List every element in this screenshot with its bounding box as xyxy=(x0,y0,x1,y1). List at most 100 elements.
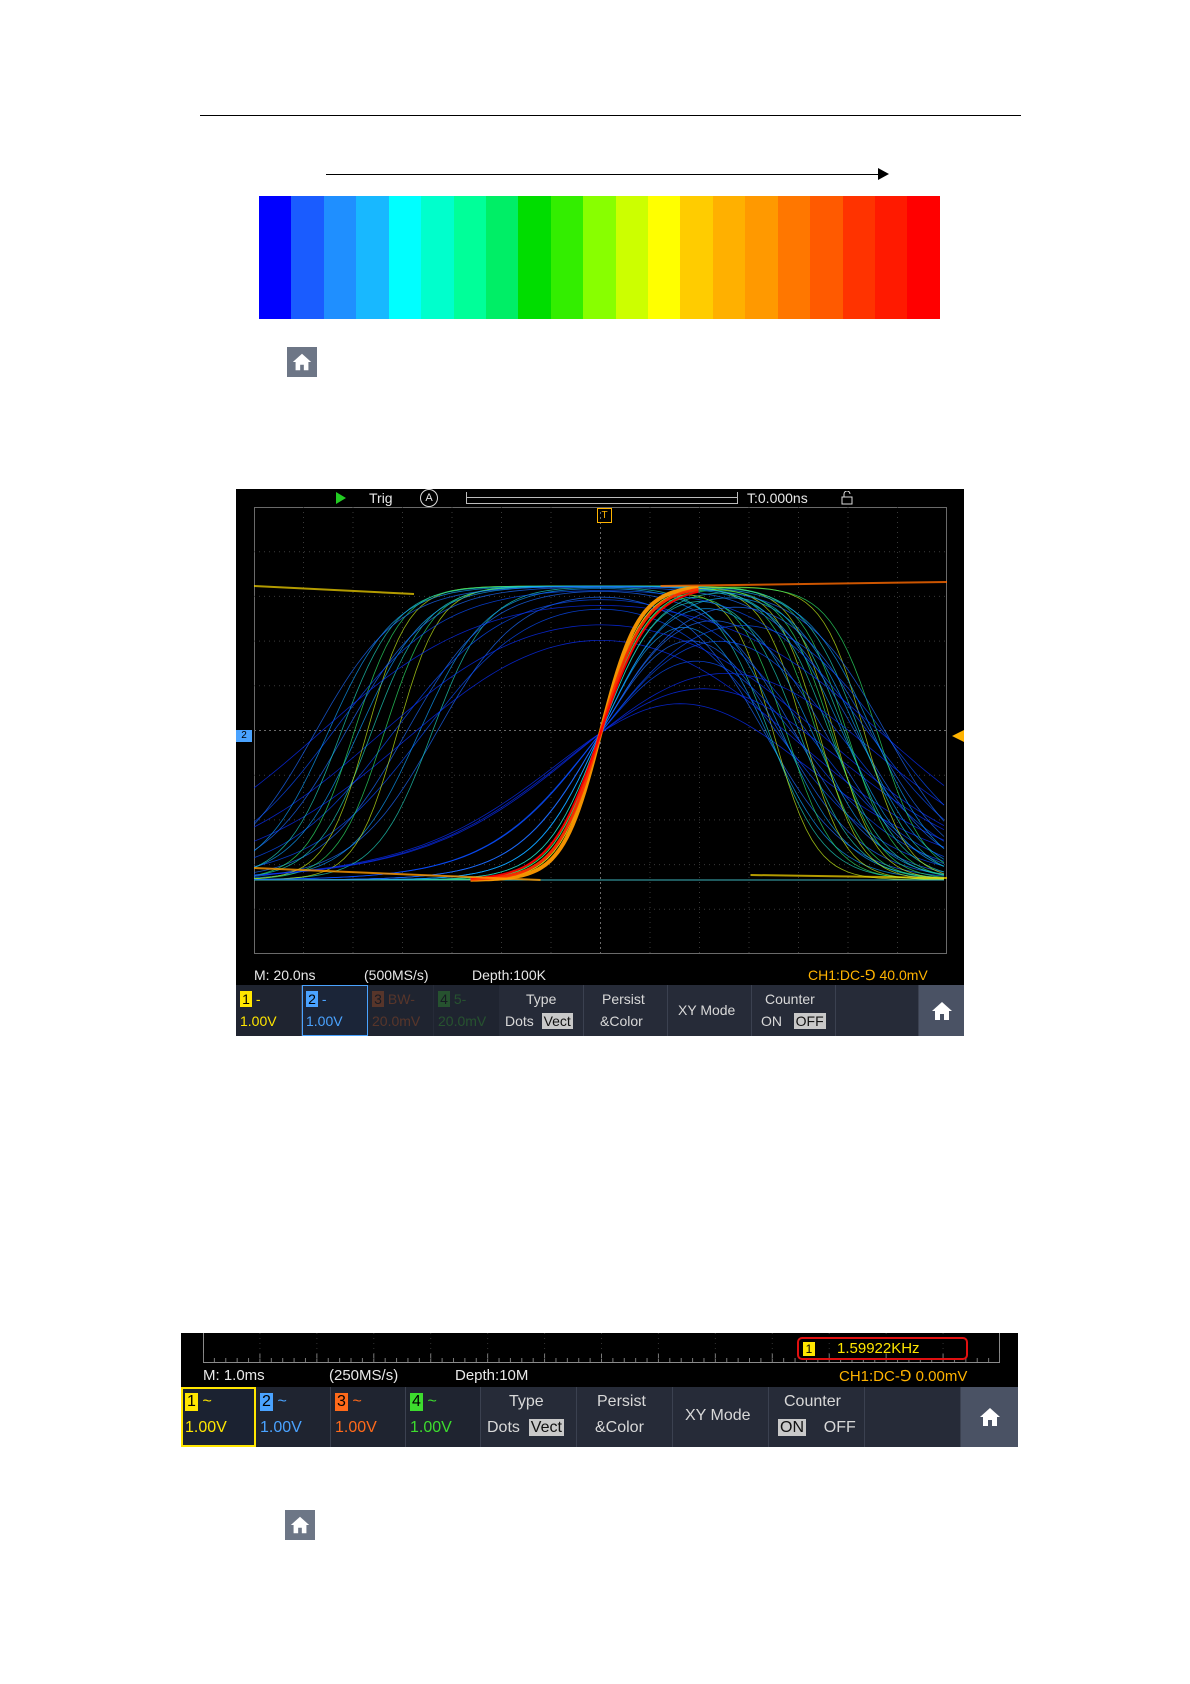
ch1-button[interactable]: 1 - 1.00V xyxy=(236,985,302,1036)
ch1-scale: 1.00V xyxy=(185,1419,227,1436)
color-swatch xyxy=(291,196,324,319)
color-swatch xyxy=(388,196,422,319)
persist-label: Persist xyxy=(602,991,645,1007)
ch3-coupling: ~ xyxy=(352,1393,362,1410)
color-swatch xyxy=(259,196,292,319)
persist-label: Persist xyxy=(597,1393,646,1410)
type-label: Type xyxy=(509,1393,544,1410)
type-vect-selected: Vect xyxy=(528,1419,564,1436)
ch1-badge: 1 xyxy=(240,991,252,1007)
frequency-counter-highlight: 1 1.59922KHz xyxy=(797,1337,968,1360)
counter-on: ON xyxy=(761,1013,782,1029)
time-offset: T:0.000ns xyxy=(747,490,808,506)
home-icon xyxy=(287,347,317,377)
ch4-badge: 4 xyxy=(438,991,450,1007)
type-button[interactable]: Type Dots Vect xyxy=(500,985,584,1036)
counter-button[interactable]: Counter ON OFF xyxy=(769,1387,865,1447)
ch3-badge: 3 xyxy=(372,991,384,1007)
ch3-scale: 1.00V xyxy=(335,1419,377,1436)
color-swatch xyxy=(712,196,746,319)
top-status-bar: Trig A T:0.000ns xyxy=(236,489,964,507)
color-swatch xyxy=(810,196,843,319)
ch4-coupling: 5- xyxy=(453,991,467,1007)
ch2-coupling: ~ xyxy=(277,1393,287,1410)
persistence-color-scale xyxy=(259,196,940,319)
bottom-menu: 1 - 1.00V 2 - 1.00V 3 BW- 20.0mV 4 5- 20… xyxy=(236,985,964,1036)
home-icon xyxy=(931,1001,952,1020)
counter-on-selected: ON xyxy=(778,1419,806,1436)
color-swatch xyxy=(485,196,519,319)
bottom-status-bar: M: 1.0ms (250MS/s) Depth:10M CH1:DC-⅁ 0.… xyxy=(181,1366,1018,1385)
ch1-coupling: - xyxy=(255,991,261,1007)
trigger-level-marker[interactable] xyxy=(952,730,964,742)
color-swatch xyxy=(648,196,681,319)
counter-label: Counter xyxy=(784,1393,841,1410)
memory-depth: Depth:10M xyxy=(455,1367,529,1384)
color-swatch xyxy=(453,196,486,319)
timebase: M: 20.0ns xyxy=(254,967,316,983)
color-label: &Color xyxy=(600,1013,643,1029)
frequency-readout: 1.59922KHz xyxy=(837,1340,920,1357)
ch3-coupling: BW- xyxy=(387,991,415,1007)
color-swatch xyxy=(421,196,454,319)
home-button[interactable] xyxy=(961,1387,1018,1447)
ch2-scale: 1.00V xyxy=(306,1013,343,1029)
ch2-coupling: - xyxy=(321,991,327,1007)
oscilloscope-counter-strip: 1 1.59922KHz M: 1.0ms (250MS/s) Depth:10… xyxy=(181,1333,1018,1447)
menu-spacer xyxy=(865,1387,961,1447)
counter-off: OFF xyxy=(823,1419,856,1436)
counter-off-selected: OFF xyxy=(793,1013,826,1029)
home-button[interactable] xyxy=(919,985,964,1036)
counter-label: Counter xyxy=(765,991,815,1007)
ch4-scale: 20.0mV xyxy=(438,1013,487,1029)
ch2-level-marker[interactable]: 2 xyxy=(236,730,252,742)
waveform-persistence xyxy=(254,581,947,882)
menu-spacer xyxy=(836,985,919,1036)
ch3-scale: 20.0mV xyxy=(372,1013,421,1029)
waveform-grid xyxy=(254,507,947,954)
ch1-button[interactable]: 1 ~ 1.00V xyxy=(181,1387,256,1447)
ch3-badge: 3 xyxy=(335,1393,348,1411)
run-state-icon xyxy=(336,492,346,504)
bottom-status-bar: M: 20.0ns (500MS/s) Depth:100K CH1:DC-⅁ … xyxy=(236,966,964,985)
persist-color-button[interactable]: Persist &Color xyxy=(584,985,668,1036)
trigger-info: CH1:DC-⅁ 0.00mV xyxy=(839,1368,968,1385)
arrow-head-icon xyxy=(878,168,889,180)
sample-rate: (250MS/s) xyxy=(329,1367,399,1384)
intensity-arrow xyxy=(326,174,880,175)
oscilloscope-screen-persistence: Trig A T:0.000ns 2 T M: 20.0ns (500MS/s)… xyxy=(236,489,964,1036)
xy-mode-label: XY Mode xyxy=(685,1407,751,1424)
type-button[interactable]: Type Dots Vect xyxy=(481,1387,577,1447)
counter-channel-badge: 1 xyxy=(803,1342,815,1356)
color-label: &Color xyxy=(595,1419,644,1436)
ch4-button[interactable]: 4 ~ 1.00V xyxy=(406,1387,481,1447)
ch2-button[interactable]: 2 ~ 1.00V xyxy=(256,1387,331,1447)
ch2-scale: 1.00V xyxy=(260,1419,302,1436)
memory-depth: Depth:100K xyxy=(472,967,546,983)
memory-position-bar[interactable] xyxy=(466,492,738,504)
color-swatch xyxy=(550,196,584,319)
xy-mode-button[interactable]: XY Mode xyxy=(668,985,752,1036)
ch1-coupling: ~ xyxy=(202,1393,212,1410)
auto-trigger-icon: A xyxy=(420,489,438,507)
counter-button[interactable]: Counter ON OFF xyxy=(752,985,836,1036)
persist-color-button[interactable]: Persist &Color xyxy=(577,1387,673,1447)
ch3-button[interactable]: 3 ~ 1.00V xyxy=(331,1387,406,1447)
type-dots: Dots xyxy=(505,1013,534,1029)
ch4-scale: 1.00V xyxy=(410,1419,452,1436)
type-vect-selected: Vect xyxy=(541,1013,573,1029)
color-swatch xyxy=(583,196,616,319)
xy-mode-button[interactable]: XY Mode xyxy=(673,1387,769,1447)
trigger-position-marker[interactable]: T xyxy=(597,508,612,523)
ch4-button[interactable]: 4 5- 20.0mV xyxy=(434,985,500,1036)
color-swatch xyxy=(875,196,908,319)
ch4-coupling: ~ xyxy=(427,1393,437,1410)
ch2-badge: 2 xyxy=(260,1393,273,1411)
type-dots: Dots xyxy=(487,1419,520,1436)
ch2-button[interactable]: 2 - 1.00V xyxy=(302,985,368,1036)
color-swatch xyxy=(518,196,551,319)
ch3-button[interactable]: 3 BW- 20.0mV xyxy=(368,985,434,1036)
trig-status: Trig xyxy=(369,490,393,506)
color-swatch xyxy=(745,196,778,319)
color-swatch xyxy=(907,196,940,319)
